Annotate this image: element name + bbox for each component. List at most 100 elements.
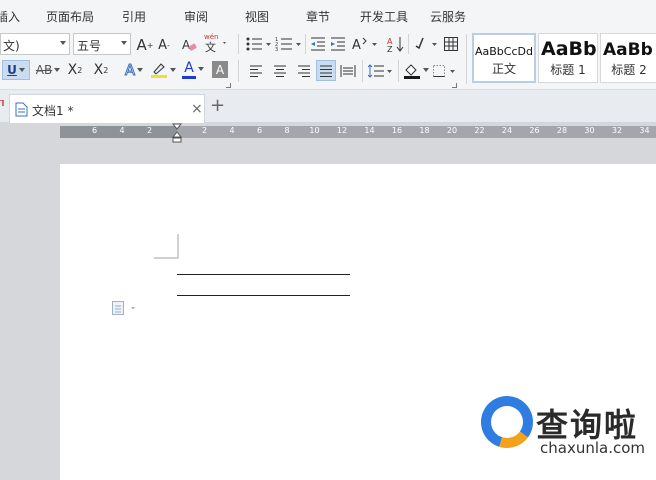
superscript-icon: X	[67, 62, 78, 78]
highlight-button[interactable]	[150, 60, 176, 80]
align-right-button[interactable]	[296, 61, 312, 81]
svg-text:Z: Z	[387, 45, 393, 52]
font-color-button[interactable]: A	[180, 59, 206, 79]
text-direction-icon: A	[352, 37, 377, 52]
ruler-tick-label: 2	[146, 126, 153, 135]
menu-chapter[interactable]: 章节	[306, 8, 330, 25]
grow-font-button[interactable]: A +	[136, 35, 154, 55]
tab-scroll-icon[interactable]	[0, 100, 5, 110]
shrink-font-button[interactable]: A-	[156, 35, 172, 55]
chevron-down-icon	[197, 67, 204, 71]
border-icon	[433, 65, 455, 77]
outdent-icon	[311, 37, 325, 51]
show-marks-button[interactable]	[414, 34, 440, 54]
menu-page-layout[interactable]: 页面布局	[46, 8, 94, 25]
shrink-font-icon: A	[158, 37, 167, 53]
strikethrough-button[interactable]: AB	[34, 60, 62, 80]
table-icon	[444, 37, 458, 51]
indent-icon	[331, 37, 345, 51]
bullet-list-icon	[246, 37, 271, 51]
divider	[238, 60, 239, 82]
ruler-tick-label: 20	[446, 126, 458, 135]
superscript-button[interactable]: X2	[66, 60, 84, 80]
align-center-button[interactable]	[272, 61, 288, 81]
ruler-tick-label: 28	[556, 126, 568, 135]
underline-button[interactable]: U	[2, 60, 30, 80]
svg-text:wén: wén	[204, 33, 218, 41]
decrease-indent-button[interactable]	[310, 34, 326, 54]
ruler-area: 6 4 2 2 4 6 8 10 12 14 16 18 20 22 24 26 28 30 32 34	[0, 123, 656, 164]
numbered-list-icon: 123	[275, 37, 301, 52]
indent-marker-icon[interactable]	[172, 123, 182, 143]
underline-icon: U	[7, 63, 17, 77]
divider	[408, 34, 409, 54]
ruler-tick-label: 4	[119, 126, 125, 135]
chevron-down-icon	[54, 68, 61, 72]
numbered-list-button[interactable]: 123	[275, 34, 303, 54]
chevron-down-icon	[170, 68, 176, 72]
justify-button[interactable]	[316, 60, 336, 81]
ruler-tick-label: 22	[474, 126, 485, 135]
font-name-select[interactable]: 文)	[0, 33, 70, 55]
svg-text:文: 文	[205, 40, 216, 54]
horizontal-line-1	[177, 274, 350, 275]
style-heading-1-label: 标题 1	[550, 63, 586, 77]
bullet-list-button[interactable]	[245, 34, 273, 54]
paste-options-icon[interactable]	[111, 300, 139, 316]
borders-button[interactable]	[432, 61, 460, 81]
menu-developer[interactable]: 开发工具	[360, 8, 408, 25]
clear-format-button[interactable]: A	[181, 35, 197, 55]
menu-review[interactable]: 审阅	[184, 8, 208, 25]
increase-indent-button[interactable]	[330, 34, 346, 54]
superscript-mark: 2	[77, 65, 83, 75]
distribute-button[interactable]	[340, 61, 356, 81]
menu-cloud[interactable]: 云服务	[430, 8, 466, 25]
shading-button[interactable]	[403, 60, 429, 80]
menu-bar: 插入 页面布局 引用 审阅 视图 章节 开发工具 云服务	[0, 0, 656, 30]
paragraph-dialog-launcher[interactable]	[452, 83, 457, 88]
ruler-tick-label: 16	[391, 126, 403, 135]
divider	[305, 34, 306, 54]
align-left-button[interactable]	[248, 61, 264, 81]
sort-button[interactable]: AZ	[387, 34, 405, 54]
line-spacing-button[interactable]	[368, 61, 394, 81]
ruler-tick-label: 8	[284, 126, 290, 135]
font-size-select[interactable]: 五号	[73, 33, 131, 55]
svg-text:A: A	[352, 38, 361, 52]
ruler-tick-label: 34	[639, 126, 650, 135]
table-button[interactable]	[443, 34, 459, 54]
watermark-url: chaxunla.com	[540, 439, 645, 457]
ruler-tick-label: 6	[256, 126, 263, 135]
ruler-tick-label: 2	[201, 126, 208, 135]
close-icon[interactable]: ×	[191, 102, 203, 116]
font-dialog-launcher[interactable]	[226, 83, 231, 88]
tab-document-1[interactable]: 文档1 * ×	[9, 94, 205, 123]
subscript-button[interactable]: X2	[92, 60, 110, 80]
style-heading-1[interactable]: AaBb 标题 1	[538, 33, 598, 83]
text-direction-button[interactable]: A	[352, 34, 380, 54]
tab-title: 文档1 *	[32, 104, 74, 118]
ruler-tick-label: 24	[501, 126, 513, 135]
pinyin-guide-button[interactable]: wén 文	[203, 33, 229, 54]
char-shading-button[interactable]: A	[212, 61, 228, 78]
divider	[362, 60, 363, 82]
style-heading-2[interactable]: AaBb 标题 2	[600, 33, 656, 83]
style-normal[interactable]: AaBbCcDd 正文	[472, 33, 536, 83]
highlighter-icon	[151, 63, 167, 78]
align-center-icon	[274, 65, 286, 77]
chevron-down-icon	[60, 41, 66, 45]
menu-insert[interactable]: 插入	[0, 8, 20, 25]
chevron-down-icon	[121, 41, 127, 45]
paragraph-mark-icon	[415, 37, 437, 50]
grow-font-icon: A	[136, 36, 147, 54]
style-normal-label: 正文	[491, 62, 516, 76]
ruler-tick-label: 12	[336, 126, 348, 135]
menu-references[interactable]: 引用	[122, 8, 146, 25]
menu-view[interactable]: 视图	[245, 8, 269, 25]
new-tab-button[interactable]: +	[210, 95, 225, 116]
ruler-tick-label: 4	[229, 126, 235, 135]
align-left-icon	[250, 65, 262, 77]
document-tab-bar: 文档1 * × +	[0, 90, 656, 123]
text-effect-button[interactable]: A	[120, 60, 148, 80]
document-page[interactable]: 查询啦 chaxunla.com	[60, 164, 656, 480]
